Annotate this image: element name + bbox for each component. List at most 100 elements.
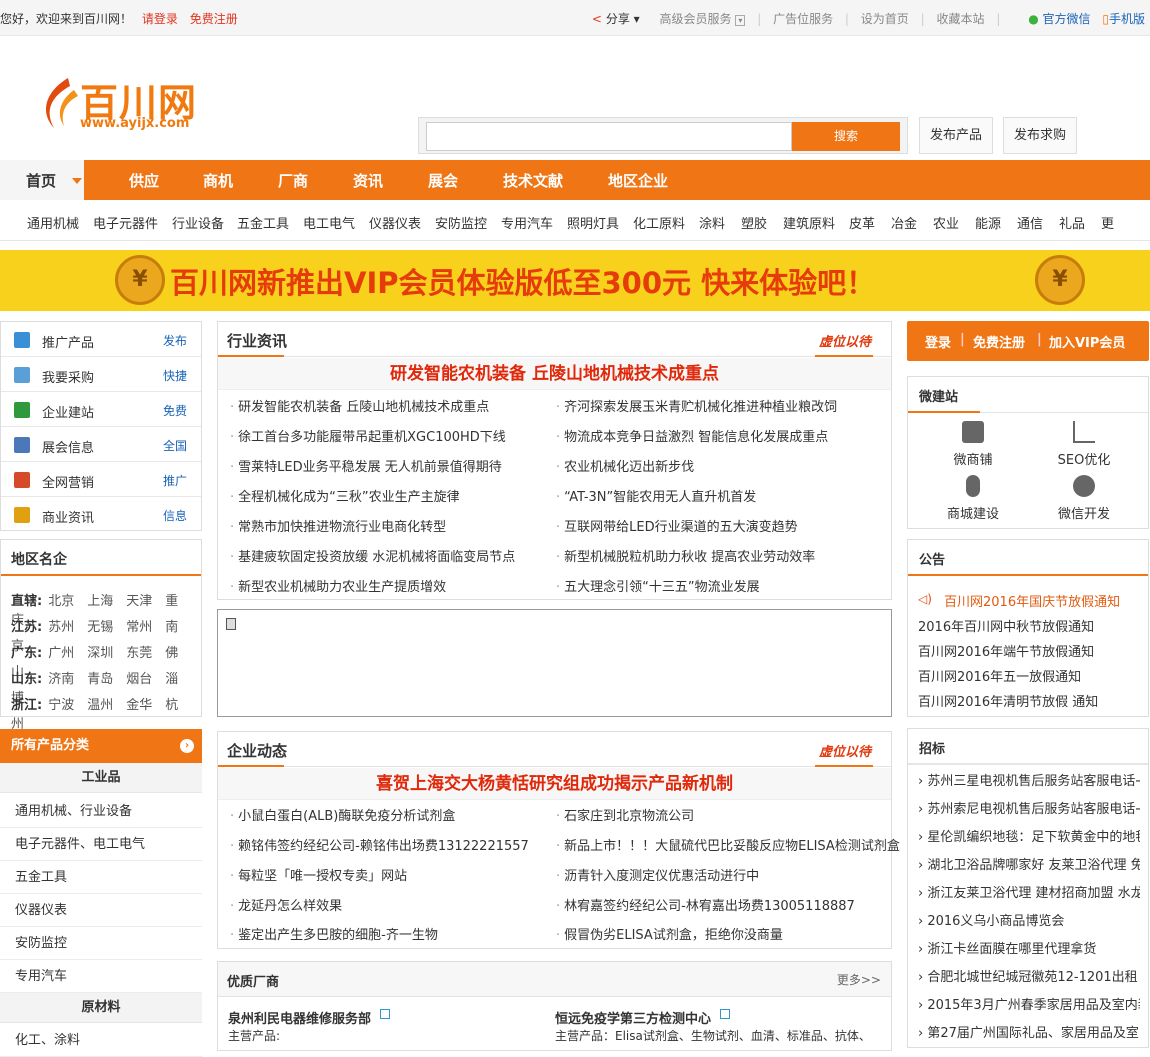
quick-link-expo[interactable]: 展会信息 全国 xyxy=(1,427,201,462)
news-link[interactable]: 五大理念引领“十三五”物流业发展 xyxy=(556,576,759,595)
vacant-ad-link[interactable]: 虚位以待 xyxy=(819,741,871,760)
ad-service-link[interactable]: 广告位服务 xyxy=(773,12,833,26)
nav-item-business[interactable]: 商机 xyxy=(203,160,233,200)
bid-link[interactable]: › 2016义乌小商品博览会 xyxy=(918,910,1140,929)
subnav-item[interactable]: 安防监控 xyxy=(435,213,487,232)
news-link[interactable]: 龙延丹怎么样效果 xyxy=(230,895,342,914)
subnav-item[interactable]: 照明灯具 xyxy=(567,213,619,232)
headline-link[interactable]: 喜贺上海交大杨黄恬研究组成功揭示产品新机制 xyxy=(218,768,891,800)
bid-link[interactable]: › 合肥北城世纪城冠徽苑12-1201出租 xyxy=(918,966,1140,985)
city-link[interactable]: 宁波 xyxy=(48,698,74,713)
quick-link-promote[interactable]: 推广产品 发布 xyxy=(1,322,201,357)
search-input[interactable] xyxy=(426,122,792,151)
all-categories-bar[interactable]: 所有产品分类 › xyxy=(0,729,202,763)
city-link[interactable]: 东莞 xyxy=(126,646,152,661)
nav-item-supply[interactable]: 供应 xyxy=(129,160,159,200)
city-link[interactable]: 苏州 xyxy=(48,620,74,635)
search-button[interactable]: 搜索 xyxy=(792,122,900,151)
news-link[interactable]: 全程机械化成为“三秋”农业生产主旋律 xyxy=(230,486,459,505)
city-link[interactable]: 济南 xyxy=(48,672,74,687)
publish-request-button[interactable]: 发布求购 xyxy=(1003,117,1077,154)
category-item[interactable]: 化工、涂料 xyxy=(0,1024,202,1057)
ad-placeholder-box[interactable] xyxy=(217,609,892,717)
news-link[interactable]: 新品上市！！！大鼠硫代巴比妥酸反应物ELISA检测试剂盒 xyxy=(556,835,900,854)
notice-link[interactable]: 百川网2016年清明节放假 通知 xyxy=(918,691,1098,710)
bid-link[interactable]: › 苏州三星电视机售后服务站客服电话→ xyxy=(918,770,1140,789)
city-link[interactable]: 无锡 xyxy=(87,620,113,635)
subnav-item[interactable]: 皮革 xyxy=(849,213,875,232)
subnav-item[interactable]: 电工电气 xyxy=(303,213,355,232)
city-link[interactable]: 常州 xyxy=(126,620,152,635)
subnav-item[interactable]: 礼品 xyxy=(1059,213,1085,232)
headline-link[interactable]: 研发智能农机装备 丘陵山地机械技术成重点 xyxy=(218,358,891,390)
mobile-link[interactable]: ▯手机版 xyxy=(1102,12,1145,26)
nav-item-makers[interactable]: 厂商 xyxy=(278,160,308,200)
city-link[interactable]: 北京 xyxy=(48,594,74,609)
category-item[interactable]: 电子元器件、电工电气 xyxy=(0,828,202,861)
subnav-item[interactable]: 五金工具 xyxy=(237,213,289,232)
bid-link[interactable]: › 苏州索尼电视机售后服务站客服电话→ xyxy=(918,798,1140,817)
subnav-item[interactable]: 行业设备 xyxy=(172,213,224,232)
news-link[interactable]: 互联网带给LED行业渠道的五大演变趋势 xyxy=(556,516,797,535)
notice-link[interactable]: 百川网2016年五一放假通知 xyxy=(918,666,1081,685)
nav-item-expo[interactable]: 展会 xyxy=(428,160,458,200)
join-vip-button[interactable]: 加入VIP会员 xyxy=(1049,332,1125,351)
set-home-link[interactable]: 设为首页 xyxy=(861,12,909,26)
news-link[interactable]: 雪莱特LED业务平稳发展 无人机前景值得期待 xyxy=(230,456,502,475)
news-link[interactable]: 齐河探索发展玉米青贮机械化推进种植业粮改饲 xyxy=(556,396,837,415)
login-button[interactable]: 登录 xyxy=(925,332,951,351)
maker-name-link[interactable]: 泉州利民电器维修服务部 xyxy=(228,1008,371,1027)
maker-name-link[interactable]: 恒远免疫学第三方检测中心 xyxy=(555,1008,711,1027)
bid-link[interactable]: › 2015年3月广州春季家居用品及室内装 xyxy=(918,994,1140,1013)
news-link[interactable]: 沥青针入度测定仪优惠活动进行中 xyxy=(556,865,759,884)
news-link[interactable]: “AT-3N”智能农用无人直升机首发 xyxy=(556,486,756,505)
subnav-more[interactable]: 更 xyxy=(1101,213,1114,232)
category-item[interactable]: 通用机械、行业设备 xyxy=(0,795,202,828)
subnav-item[interactable]: 化工原料 xyxy=(633,213,685,232)
news-link[interactable]: 物流成本竞争日益激烈 智能信息化发展成重点 xyxy=(556,426,828,445)
bookmark-link[interactable]: 收藏本站 xyxy=(937,12,985,26)
quick-link-website[interactable]: 企业建站 免费 xyxy=(1,392,201,427)
news-link[interactable]: 赖铭伟签约经纪公司-赖铭伟出场费13122221557 xyxy=(230,835,529,854)
subnav-item[interactable]: 电子元器件 xyxy=(93,213,158,232)
vip-banner[interactable]: ¥ 百川网新推出VIP会员体验版低至300元 快来体验吧！ ¥ xyxy=(0,250,1150,311)
news-link[interactable]: 林宥嘉签约经纪公司-林宥嘉出场费13005118887 xyxy=(556,895,855,914)
nav-item-news[interactable]: 资讯 xyxy=(353,160,383,200)
bid-link[interactable]: › 第27届广州国际礼品、家居用品及室内 xyxy=(918,1022,1140,1041)
subnav-item[interactable]: 仪器仪表 xyxy=(369,213,421,232)
share-button[interactable]: < 分享 ▾ xyxy=(592,12,640,26)
news-link[interactable]: 基建疲软固定投资放缓 水泥机械将面临变局节点 xyxy=(230,546,515,565)
notice-link[interactable]: 2016年百川网中秋节放假通知 xyxy=(918,616,1094,635)
city-link[interactable]: 天津 xyxy=(126,594,152,609)
city-link[interactable]: 深圳 xyxy=(87,646,113,661)
news-link[interactable]: 假冒伪劣ELISA试剂盒，拒绝你没商量 xyxy=(556,924,783,943)
bid-link[interactable]: › 湖北卫浴品牌哪家好 友莱卫浴代理 免 xyxy=(918,854,1140,873)
category-item[interactable]: 安防监控 xyxy=(0,927,202,960)
bid-link[interactable]: › 浙江卡丝面膜在哪里代理拿货 xyxy=(918,938,1140,957)
subnav-item[interactable]: 专用汽车 xyxy=(501,213,553,232)
vip-service-link[interactable]: 高级会员服务 ▾ xyxy=(660,12,746,26)
wechat-dev-link[interactable]: 微信开发 xyxy=(1029,475,1139,522)
subnav-item[interactable]: 冶金 xyxy=(891,213,917,232)
city-link[interactable]: 广州 xyxy=(48,646,74,661)
quick-link-news[interactable]: 商业资讯 信息 xyxy=(1,497,201,532)
city-link[interactable]: 金华 xyxy=(126,698,152,713)
news-link[interactable]: 小鼠白蛋白(ALB)酶联免疫分析试剂盒 xyxy=(230,805,455,824)
micro-shop-link[interactable]: 微商铺 xyxy=(918,421,1028,468)
more-link[interactable]: 更多>> xyxy=(837,971,881,988)
bid-link[interactable]: › 星伦凯编织地毯：足下软黄金中的地毯 xyxy=(918,826,1140,845)
publish-product-button[interactable]: 发布产品 xyxy=(919,117,993,154)
city-link[interactable]: 烟台 xyxy=(126,672,152,687)
quick-link-purchase[interactable]: 我要采购 快捷 xyxy=(1,357,201,392)
seo-link[interactable]: SEO优化 xyxy=(1029,421,1139,468)
login-link[interactable]: 请登录 xyxy=(142,12,178,26)
vacant-ad-link[interactable]: 虚位以待 xyxy=(819,331,871,350)
nav-item-region-companies[interactable]: 地区企业 xyxy=(608,160,668,200)
news-link[interactable]: 每粒坚「唯一授权专卖」网站 xyxy=(230,865,407,884)
category-item[interactable]: 仪器仪表 xyxy=(0,894,202,927)
news-link[interactable]: 研发智能农机装备 丘陵山地机械技术成重点 xyxy=(230,396,489,415)
notice-link[interactable]: 百川网2016年端午节放假通知 xyxy=(918,641,1094,660)
nav-home[interactable]: 首页 xyxy=(0,160,84,200)
news-link[interactable]: 徐工首台多功能履带吊起重机XGC100HD下线 xyxy=(230,426,506,445)
city-link[interactable]: 上海 xyxy=(87,594,113,609)
